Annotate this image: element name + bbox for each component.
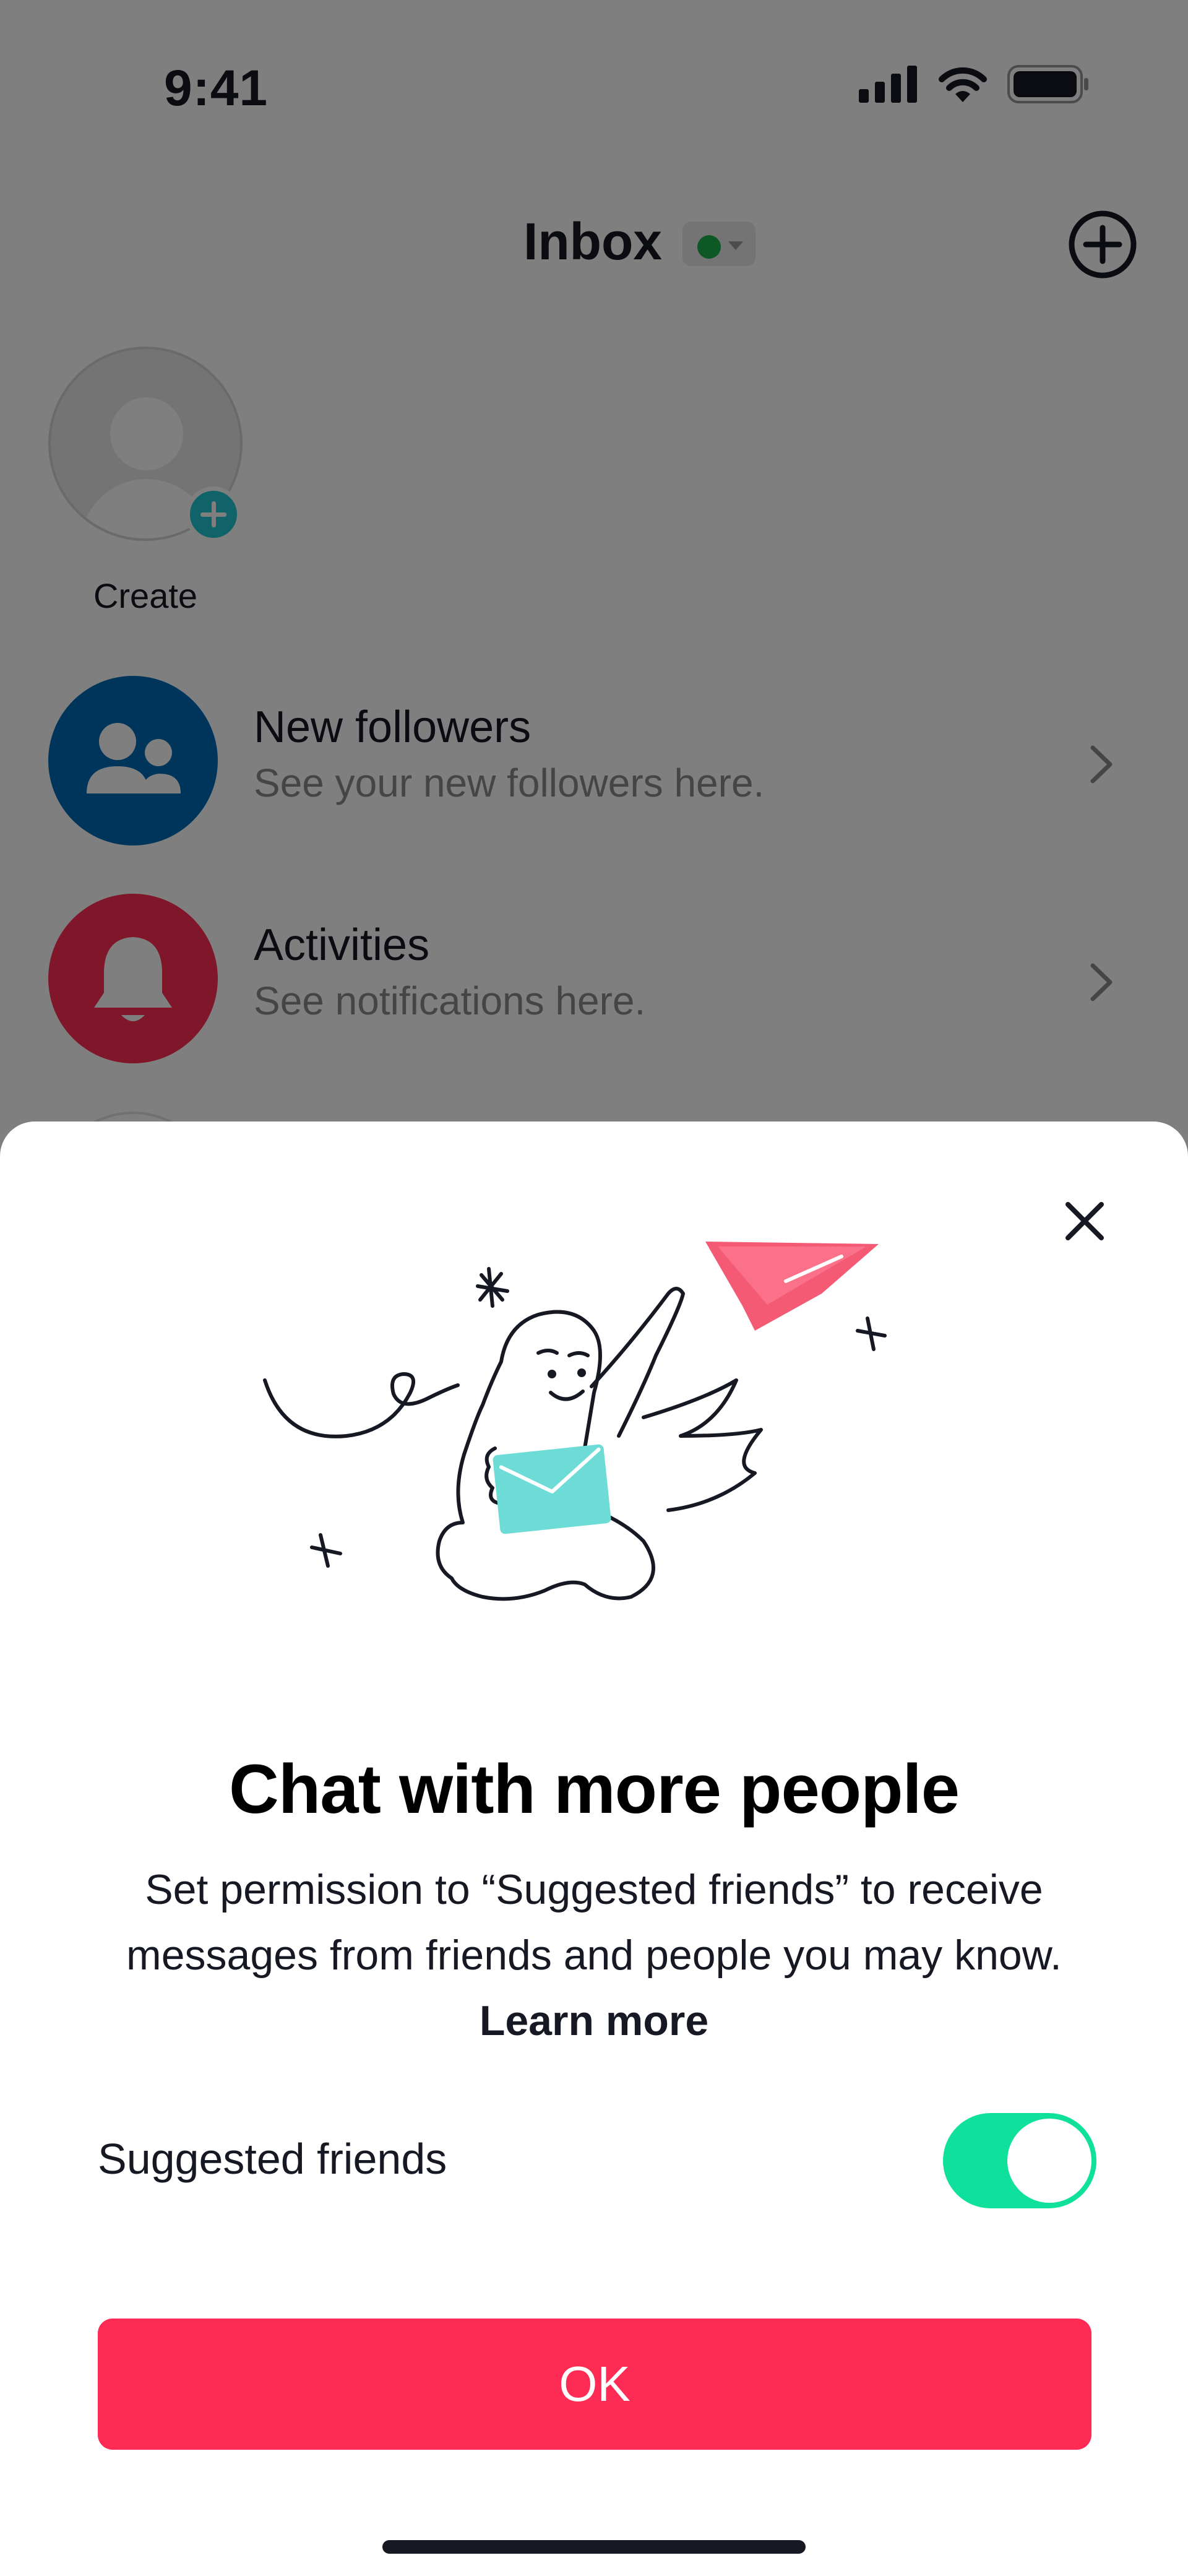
sheet-title: Chat with more people <box>229 1750 960 1828</box>
suggested-friends-toggle[interactable] <box>943 2113 1096 2208</box>
suggested-friends-label: Suggested friends <box>98 2135 447 2183</box>
ok-button[interactable]: OK <box>98 2319 1091 2450</box>
close-icon[interactable] <box>1051 1187 1119 1255</box>
toggle-knob <box>1007 2119 1091 2203</box>
sheet-description: Set permission to “Suggested friends” to… <box>93 1857 1095 2054</box>
learn-more-link[interactable]: Learn more <box>480 1997 708 2044</box>
messenger-illustration <box>263 1242 887 1601</box>
home-indicator[interactable] <box>382 2540 806 2554</box>
sheet-description-text: Set permission to “Suggested friends” to… <box>126 1866 1062 1979</box>
